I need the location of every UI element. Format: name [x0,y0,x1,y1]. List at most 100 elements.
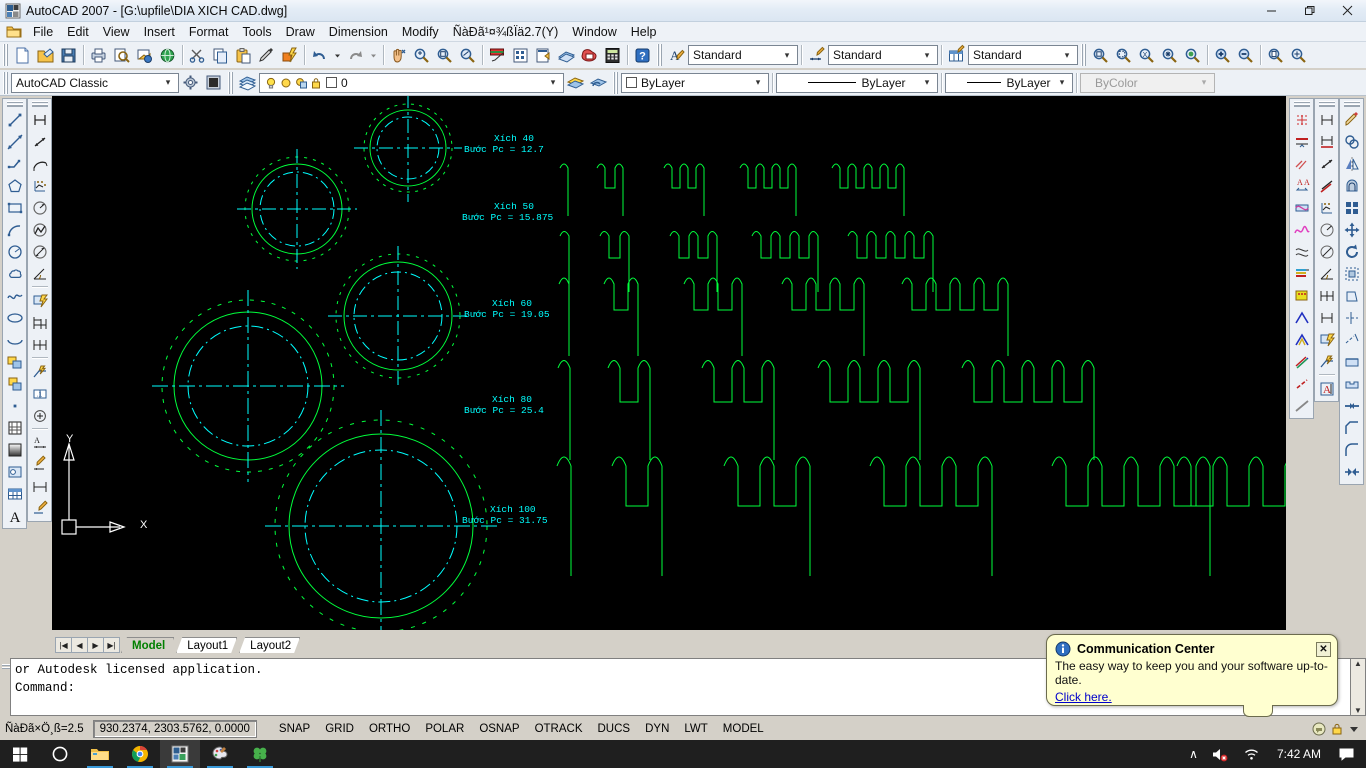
taskbar-clock[interactable]: 7:42 AM [1267,747,1331,761]
radius-dimension-icon[interactable] [29,197,51,219]
linear-dimension-icon[interactable] [29,109,51,131]
paint-icon[interactable] [200,740,240,768]
status-toggle-osnap[interactable]: OSNAP [472,720,526,738]
menu-help[interactable]: Help [624,23,664,41]
gradient-icon[interactable] [4,439,26,461]
communication-center-icon[interactable] [1312,722,1326,736]
diameter-dimension-icon[interactable] [29,241,51,263]
join-icon[interactable] [1341,395,1363,417]
status-toggle-dyn[interactable]: DYN [638,720,676,738]
status-menu-icon[interactable] [1348,723,1360,735]
command-scrollbar[interactable]: ▲ ▼ [1350,658,1366,716]
center-mark-icon[interactable] [29,405,51,427]
menu-insert[interactable]: Insert [137,23,182,41]
circle-icon[interactable] [4,241,26,263]
layer-combo[interactable]: 0 ▾ [259,72,564,93]
dimension-style-combo[interactable]: Standard ▾ [828,45,938,65]
status-toggle-otrack[interactable]: OTRACK [528,720,590,738]
tab-layout2[interactable]: Layout2 [239,637,300,653]
rotate-icon[interactable] [1341,241,1363,263]
edit-polyline-icon[interactable] [1291,131,1313,153]
start-button-icon[interactable] [0,740,40,768]
toolbar-grip-properties[interactable] [612,71,619,94]
chevron-down-icon[interactable]: ▾ [779,46,795,64]
make-object-layer-current-icon[interactable] [564,72,587,94]
toolbar-grip-workspaces[interactable] [2,71,9,94]
plot-preview-icon[interactable] [110,44,133,66]
minimize-button[interactable] [1252,0,1290,22]
zoom-realtime-icon[interactable] [410,44,433,66]
plot-icon[interactable] [87,44,110,66]
file-explorer-icon[interactable] [80,740,120,768]
scroll-up-icon[interactable]: ▲ [1354,659,1362,668]
status-toggle-model[interactable]: MODEL [716,720,771,738]
chrome-icon[interactable] [120,740,160,768]
toolbar-handle[interactable] [1318,101,1335,107]
paste-icon[interactable] [232,44,255,66]
mirror-icon[interactable] [1341,153,1363,175]
polygon-icon[interactable] [4,175,26,197]
menu-tools[interactable]: Tools [235,23,278,41]
erase-icon[interactable] [1341,109,1363,131]
new-icon[interactable] [11,44,34,66]
status-toggle-ortho[interactable]: ORTHO [362,720,417,738]
rectangle-icon[interactable] [4,197,26,219]
quickcalc-icon[interactable] [601,44,624,66]
toolbar-handle[interactable] [6,101,23,107]
autocad-icon[interactable] [160,740,200,768]
draw-order-icon[interactable] [1291,219,1313,241]
sheet-set-icon[interactable] [555,44,578,66]
properties-icon[interactable] [486,44,509,66]
clover-icon[interactable] [240,740,280,768]
tab-model[interactable]: Model [121,637,174,653]
layer-properties-manager-icon[interactable] [236,72,259,94]
dimension-text-edit-icon[interactable] [29,454,51,476]
dimension-style-icon[interactable] [805,44,828,66]
maximize-button[interactable] [1290,0,1328,22]
zoom-extents-icon[interactable] [1287,44,1310,66]
menu-modify[interactable]: Modify [395,23,446,41]
fillet-icon[interactable] [1341,439,1363,461]
balloon-close-button[interactable]: ✕ [1316,641,1331,657]
zoom-center-icon[interactable] [1158,44,1181,66]
zoom-dynamic-icon[interactable] [1112,44,1135,66]
linetype-combo[interactable]: ByLayer ▾ [776,72,938,93]
color-combo[interactable]: ByLayer ▾ [621,72,769,93]
menu-format[interactable]: Format [182,23,236,41]
next-layout-button[interactable]: ▶ [87,637,104,653]
extend-icon[interactable] [1341,329,1363,351]
point-icon[interactable] [4,395,26,417]
angular-dimension-icon[interactable] [29,263,51,285]
angular-dimension-icon[interactable] [1316,263,1338,285]
move-icon[interactable] [1341,219,1363,241]
status-toggle-snap[interactable]: SNAP [272,720,317,738]
stretch-icon[interactable] [1341,285,1363,307]
ellipse-icon[interactable] [4,307,26,329]
quick-dimension-icon[interactable] [29,290,51,312]
menu-dimension[interactable]: Dimension [322,23,395,41]
help-icon[interactable]: ? [631,44,654,66]
hatch-icon[interactable] [4,417,26,439]
edit-hatch-icon[interactable] [1291,109,1313,131]
toolbar-handle[interactable] [1343,101,1360,107]
lineweight-combo[interactable]: ByLayer ▾ [945,72,1073,93]
copy-icon[interactable] [209,44,232,66]
ordinate-dimension-icon[interactable] [29,175,51,197]
toolbar-handle[interactable] [31,101,48,107]
toolbar-grip-layers[interactable] [227,71,234,94]
tool-palettes-icon[interactable] [532,44,555,66]
dimension-update-icon[interactable] [29,476,51,498]
publish-web-icon[interactable] [156,44,179,66]
undo-dropdown-icon[interactable] [331,44,344,66]
show-hidden-icons-icon[interactable]: ∧ [1182,740,1205,768]
chamfer-icon[interactable] [1341,417,1363,439]
layer-previous-icon[interactable] [587,72,610,94]
tab-layout1[interactable]: Layout1 [176,637,237,653]
zoom-scale-icon[interactable]: X [1135,44,1158,66]
construction-line-icon[interactable] [4,131,26,153]
publish-icon[interactable] [133,44,156,66]
aligned-dimension-icon[interactable] [1316,153,1338,175]
document-icon[interactable] [6,24,22,40]
workspace-combo[interactable]: AutoCAD Classic ▾ [11,72,179,93]
volume-muted-icon[interactable] [1205,740,1236,768]
